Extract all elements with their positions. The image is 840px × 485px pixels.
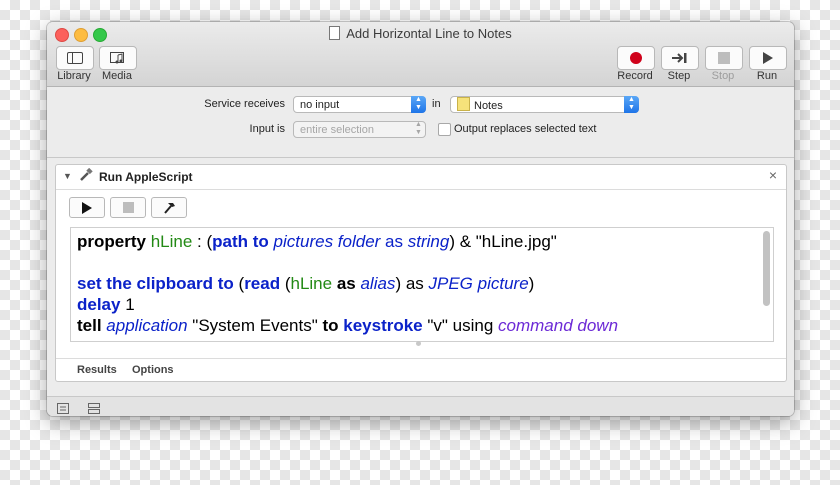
action-footer: Results Options [56,358,786,382]
stop-script-button[interactable] [110,197,146,218]
application-popup[interactable]: Notes ▲ ▼ [450,96,639,113]
action-title: Run AppleScript [99,170,193,184]
run-script-button[interactable] [69,197,105,218]
notes-app-icon [457,97,470,111]
input-is-label: Input is [249,123,285,135]
input-is-value: entire selection [300,124,374,136]
popup-arrows-icon: ▲ ▼ [415,121,422,136]
step-label: Step [667,70,691,82]
compile-button[interactable] [151,197,187,218]
flow-view-icon[interactable] [88,401,100,414]
record-icon [618,47,654,69]
code-line-3: set the clipboard to (read (hLine as ali… [77,274,535,293]
run-icon [750,47,786,69]
application-value: Notes [474,100,503,112]
stop-label: Stop [711,70,735,82]
output-replaces-checkbox[interactable] [438,123,451,136]
code-line-5: tell application "System Events" to keys… [77,316,619,335]
resize-handle[interactable] [416,341,421,346]
stop-icon [706,47,742,69]
action-close-icon[interactable]: × [769,167,777,183]
record-label: Record [617,70,653,82]
media-icon [100,47,136,69]
record-button[interactable] [617,46,655,70]
code-line-4: delay 1 [77,295,135,314]
input-is-popup[interactable]: entire selection ▲ ▼ [293,121,426,138]
options-tab[interactable]: Options [132,364,174,376]
vertical-scrollbar[interactable] [763,231,770,306]
automator-window: Add Horizontal Line to Notes Library Med… [47,22,794,416]
stop-square-icon [122,202,134,213]
run-button[interactable] [749,46,787,70]
code-line-1: property hLine : (path to pictures folde… [77,232,557,251]
popup-arrows-icon: ▲ ▼ [411,96,426,113]
bottom-bar [47,396,794,416]
stop-button[interactable] [705,46,743,70]
popup-arrows-icon: ▲ ▼ [624,96,639,113]
script-editor[interactable]: property hLine : (path to pictures folde… [70,227,774,342]
run-applescript-action: ▼ Run AppleScript × property hLine : (pa… [55,164,787,382]
titlebar: Add Horizontal Line to Notes Library Med… [47,22,794,87]
document-icon [329,26,341,40]
window-title: Add Horizontal Line to Notes [47,26,794,41]
disclosure-triangle-icon[interactable]: ▼ [63,171,72,181]
results-tab[interactable]: Results [77,364,117,376]
media-label: Media [102,70,132,82]
play-icon [82,201,92,214]
service-receives-value: no input [300,99,340,111]
output-replaces-label: Output replaces selected text [454,123,597,135]
library-icon [57,47,93,69]
step-button[interactable] [661,46,699,70]
action-header: ▼ Run AppleScript × [56,165,786,190]
service-receives-popup[interactable]: no input ▲ ▼ [293,96,426,113]
in-label: in [432,98,441,110]
run-label: Run [756,70,778,82]
compile-hammer-icon [164,202,175,214]
library-button[interactable] [56,46,94,70]
list-view-icon[interactable] [57,401,69,414]
window-title-text: Add Horizontal Line to Notes [346,26,512,41]
media-button[interactable] [99,46,137,70]
step-icon [662,47,698,69]
service-receives-label: Service receives [204,98,285,110]
service-settings: Service receives no input ▲ ▼ in Notes ▲ ▼… [47,87,794,158]
applescript-icon [79,167,93,185]
